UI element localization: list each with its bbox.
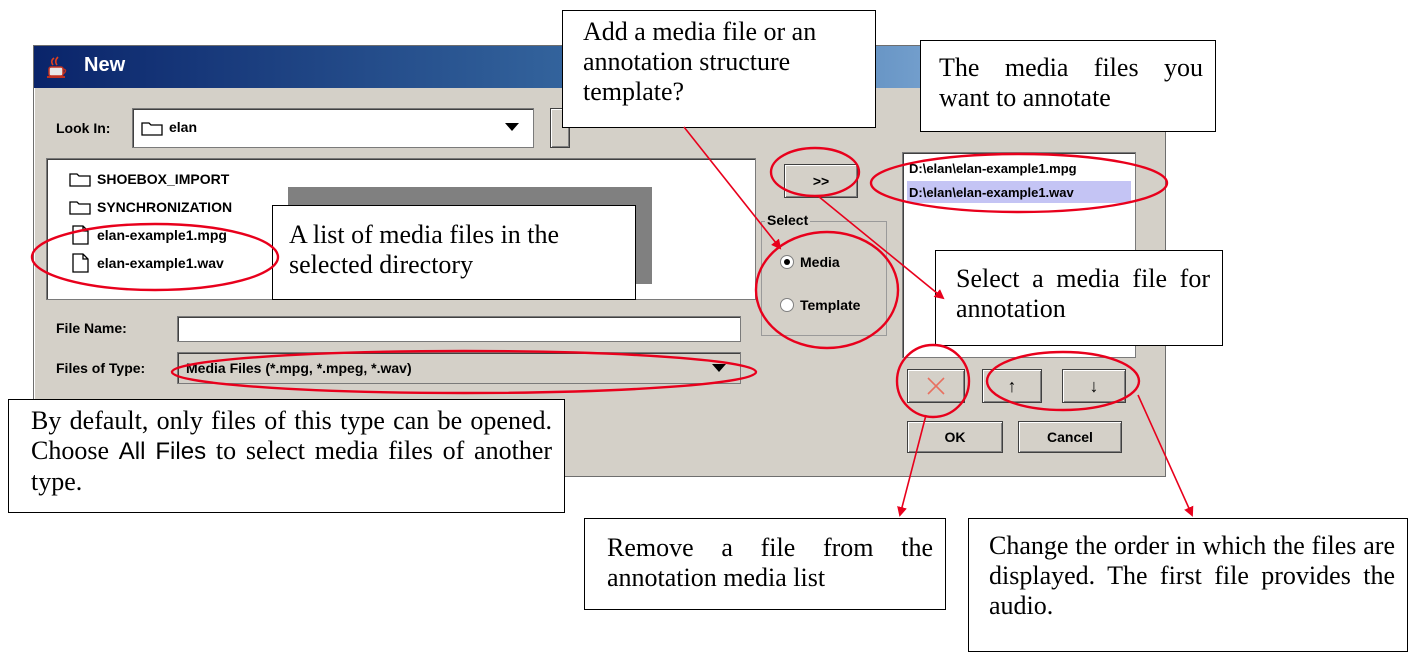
arrow-to-select [683,126,782,250]
highlight-order-buttons [985,350,1141,412]
highlight-selected-files [869,152,1169,214]
highlight-select-group [754,230,900,350]
arrow-to-order [1137,394,1194,517]
highlight-add-button [769,146,861,198]
highlight-media-files [30,222,280,292]
highlight-remove-button [895,343,971,419]
highlight-files-of-type [170,349,758,395]
annotation-overlay [30,126,1194,517]
arrow-to-select-media [817,195,945,300]
arrow-to-remove [897,414,927,517]
